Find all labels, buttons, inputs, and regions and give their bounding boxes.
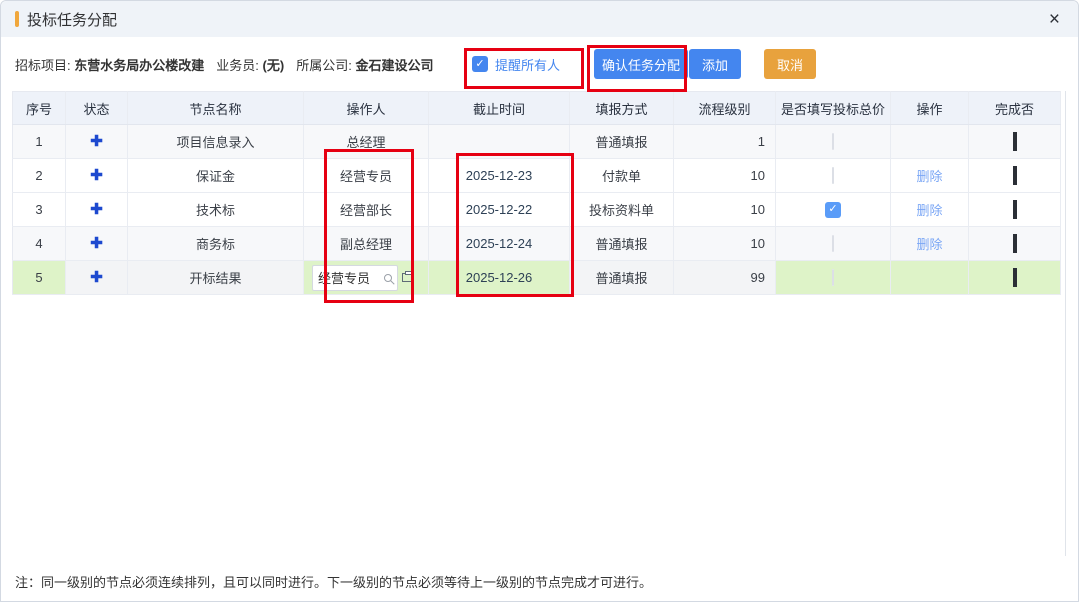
cell-deadline: 2025-12-24 [429, 227, 570, 261]
add-button[interactable]: 添加 [689, 49, 741, 79]
header-action: 操作 [891, 92, 969, 125]
cell-operator: 经营部长 [304, 193, 429, 227]
header-fill-total-price: 是否填写投标总价 [776, 92, 891, 125]
cell-action [891, 125, 969, 159]
fill-total-price-checkbox[interactable] [832, 133, 834, 150]
table-row: 2 ✚ 保证金 经营专员 2025-12-23 付款单 10 删除 [13, 159, 1061, 193]
delete-link[interactable]: 删除 [916, 203, 942, 218]
confirm-assignment-button[interactable]: 确认任务分配 [594, 49, 688, 79]
toolbar: 招标项目: 东营水务局办公楼改建 业务员: (无) 所属公司: 金石建设公司 ✓… [1, 37, 1078, 91]
check-icon: ✓ [475, 59, 484, 70]
cell-seq: 4 [13, 227, 66, 261]
header-status: 状态 [66, 92, 128, 125]
operator-search-input[interactable]: 经营专员 [312, 265, 398, 291]
company-value: 金石建设公司 [355, 58, 433, 73]
table-row: 4 ✚ 商务标 副总经理 2025-12-24 普通填报 10 删除 [13, 227, 1061, 261]
cell-flow-level: 99 [674, 261, 776, 295]
close-icon[interactable]: × [1049, 10, 1060, 29]
plus-icon[interactable]: ✚ [90, 269, 103, 286]
cell-deadline: 2025-12-23 [429, 159, 570, 193]
cell-fill-method: 投标资料单 [570, 193, 674, 227]
cell-node-name: 开标结果 [128, 261, 304, 295]
table-row: 3 ✚ 技术标 经营部长 2025-12-22 投标资料单 10 ✓ 删除 [13, 193, 1061, 227]
delete-link[interactable]: 删除 [916, 169, 942, 184]
cell-action [891, 261, 969, 295]
remind-all-checkbox-checked[interactable]: ✓ [472, 56, 488, 72]
cell-node-name: 技术标 [128, 193, 304, 227]
search-icon[interactable] [384, 274, 392, 282]
header-operator: 操作人 [304, 92, 429, 125]
remind-all-label: 提醒所有人 [495, 55, 560, 74]
project-value: 东营水务局办公楼改建 [74, 58, 204, 73]
plus-icon[interactable]: ✚ [90, 235, 103, 252]
operator-edit-cell: 经营专员 [304, 265, 428, 291]
task-assignment-dialog: { "dialog": { "title": "投标任务分配", "close"… [0, 0, 1079, 602]
cell-deadline [429, 125, 570, 159]
fill-total-price-checkbox[interactable] [832, 269, 834, 286]
task-table-container: 序号 状态 节点名称 操作人 截止时间 填报方式 流程级别 是否填写投标总价 操… [12, 91, 1066, 558]
done-checkbox[interactable] [1013, 166, 1017, 185]
header-fill-method: 填报方式 [570, 92, 674, 125]
done-checkbox[interactable] [1013, 200, 1017, 219]
fill-total-price-checkbox[interactable] [832, 167, 834, 184]
cell-seq: 3 [13, 193, 66, 227]
plus-icon[interactable]: ✚ [90, 201, 103, 218]
project-label: 招标项目: [15, 58, 71, 73]
project-info: 招标项目: 东营水务局办公楼改建 [15, 55, 204, 74]
cell-node-name: 商务标 [128, 227, 304, 261]
cell-node-name: 保证金 [128, 159, 304, 193]
header-seq: 序号 [13, 92, 66, 125]
salesman-info: 业务员: (无) [216, 55, 284, 74]
cell-fill-method: 普通填报 [570, 261, 674, 295]
company-label: 所属公司: [296, 58, 352, 73]
header-node-name: 节点名称 [128, 92, 304, 125]
cell-operator: 总经理 [304, 125, 429, 159]
select-person-icon[interactable] [402, 273, 414, 282]
cell-seq: 2 [13, 159, 66, 193]
cell-flow-level: 10 [674, 193, 776, 227]
cell-operator: 经营专员 [304, 159, 429, 193]
company-info: 所属公司: 金石建设公司 [296, 55, 433, 74]
done-checkbox[interactable] [1013, 132, 1017, 151]
cancel-button[interactable]: 取消 [764, 49, 816, 79]
cell-seq: 1 [13, 125, 66, 159]
cell-fill-method: 普通填报 [570, 125, 674, 159]
operator-input-value: 经营专员 [318, 268, 370, 287]
table-row-highlighted: 5 ✚ 开标结果 经营专员 2025-12-26 普通填报 99 [13, 261, 1061, 295]
cell-operator: 副总经理 [304, 227, 429, 261]
footer-note: 注：同一级别的节点必须连续排列，且可以同时进行。下一级别的节点必须等待上一级别的… [1, 556, 1078, 601]
cell-flow-level: 10 [674, 159, 776, 193]
dialog-title: 投标任务分配 [27, 9, 117, 30]
header-deadline: 截止时间 [429, 92, 570, 125]
plus-icon[interactable]: ✚ [90, 167, 103, 184]
fill-total-price-checkbox-checked[interactable]: ✓ [825, 202, 841, 218]
check-icon: ✓ [828, 204, 837, 215]
cell-node-name: 项目信息录入 [128, 125, 304, 159]
header-flow-level: 流程级别 [674, 92, 776, 125]
header-done: 完成否 [969, 92, 1061, 125]
remind-all-checkbox-group[interactable]: ✓ 提醒所有人 [472, 37, 560, 91]
table-header-row: 序号 状态 节点名称 操作人 截止时间 填报方式 流程级别 是否填写投标总价 操… [13, 92, 1061, 125]
cell-seq: 5 [13, 261, 66, 295]
cell-flow-level: 1 [674, 125, 776, 159]
title-accent-bar [15, 11, 19, 27]
done-checkbox[interactable] [1013, 268, 1017, 287]
fill-total-price-checkbox[interactable] [832, 235, 834, 252]
cell-flow-level: 10 [674, 227, 776, 261]
delete-link[interactable]: 删除 [916, 237, 942, 252]
task-table: 序号 状态 节点名称 操作人 截止时间 填报方式 流程级别 是否填写投标总价 操… [12, 91, 1061, 295]
salesman-label: 业务员: [216, 58, 259, 73]
cell-fill-method: 普通填报 [570, 227, 674, 261]
cell-fill-method: 付款单 [570, 159, 674, 193]
table-row: 1 ✚ 项目信息录入 总经理 普通填报 1 [13, 125, 1061, 159]
salesman-value: (无) [263, 58, 285, 73]
done-checkbox[interactable] [1013, 234, 1017, 253]
plus-icon[interactable]: ✚ [90, 133, 103, 150]
dialog-titlebar: 投标任务分配 × [1, 1, 1078, 37]
cell-deadline: 2025-12-26 [429, 261, 570, 295]
cell-deadline: 2025-12-22 [429, 193, 570, 227]
